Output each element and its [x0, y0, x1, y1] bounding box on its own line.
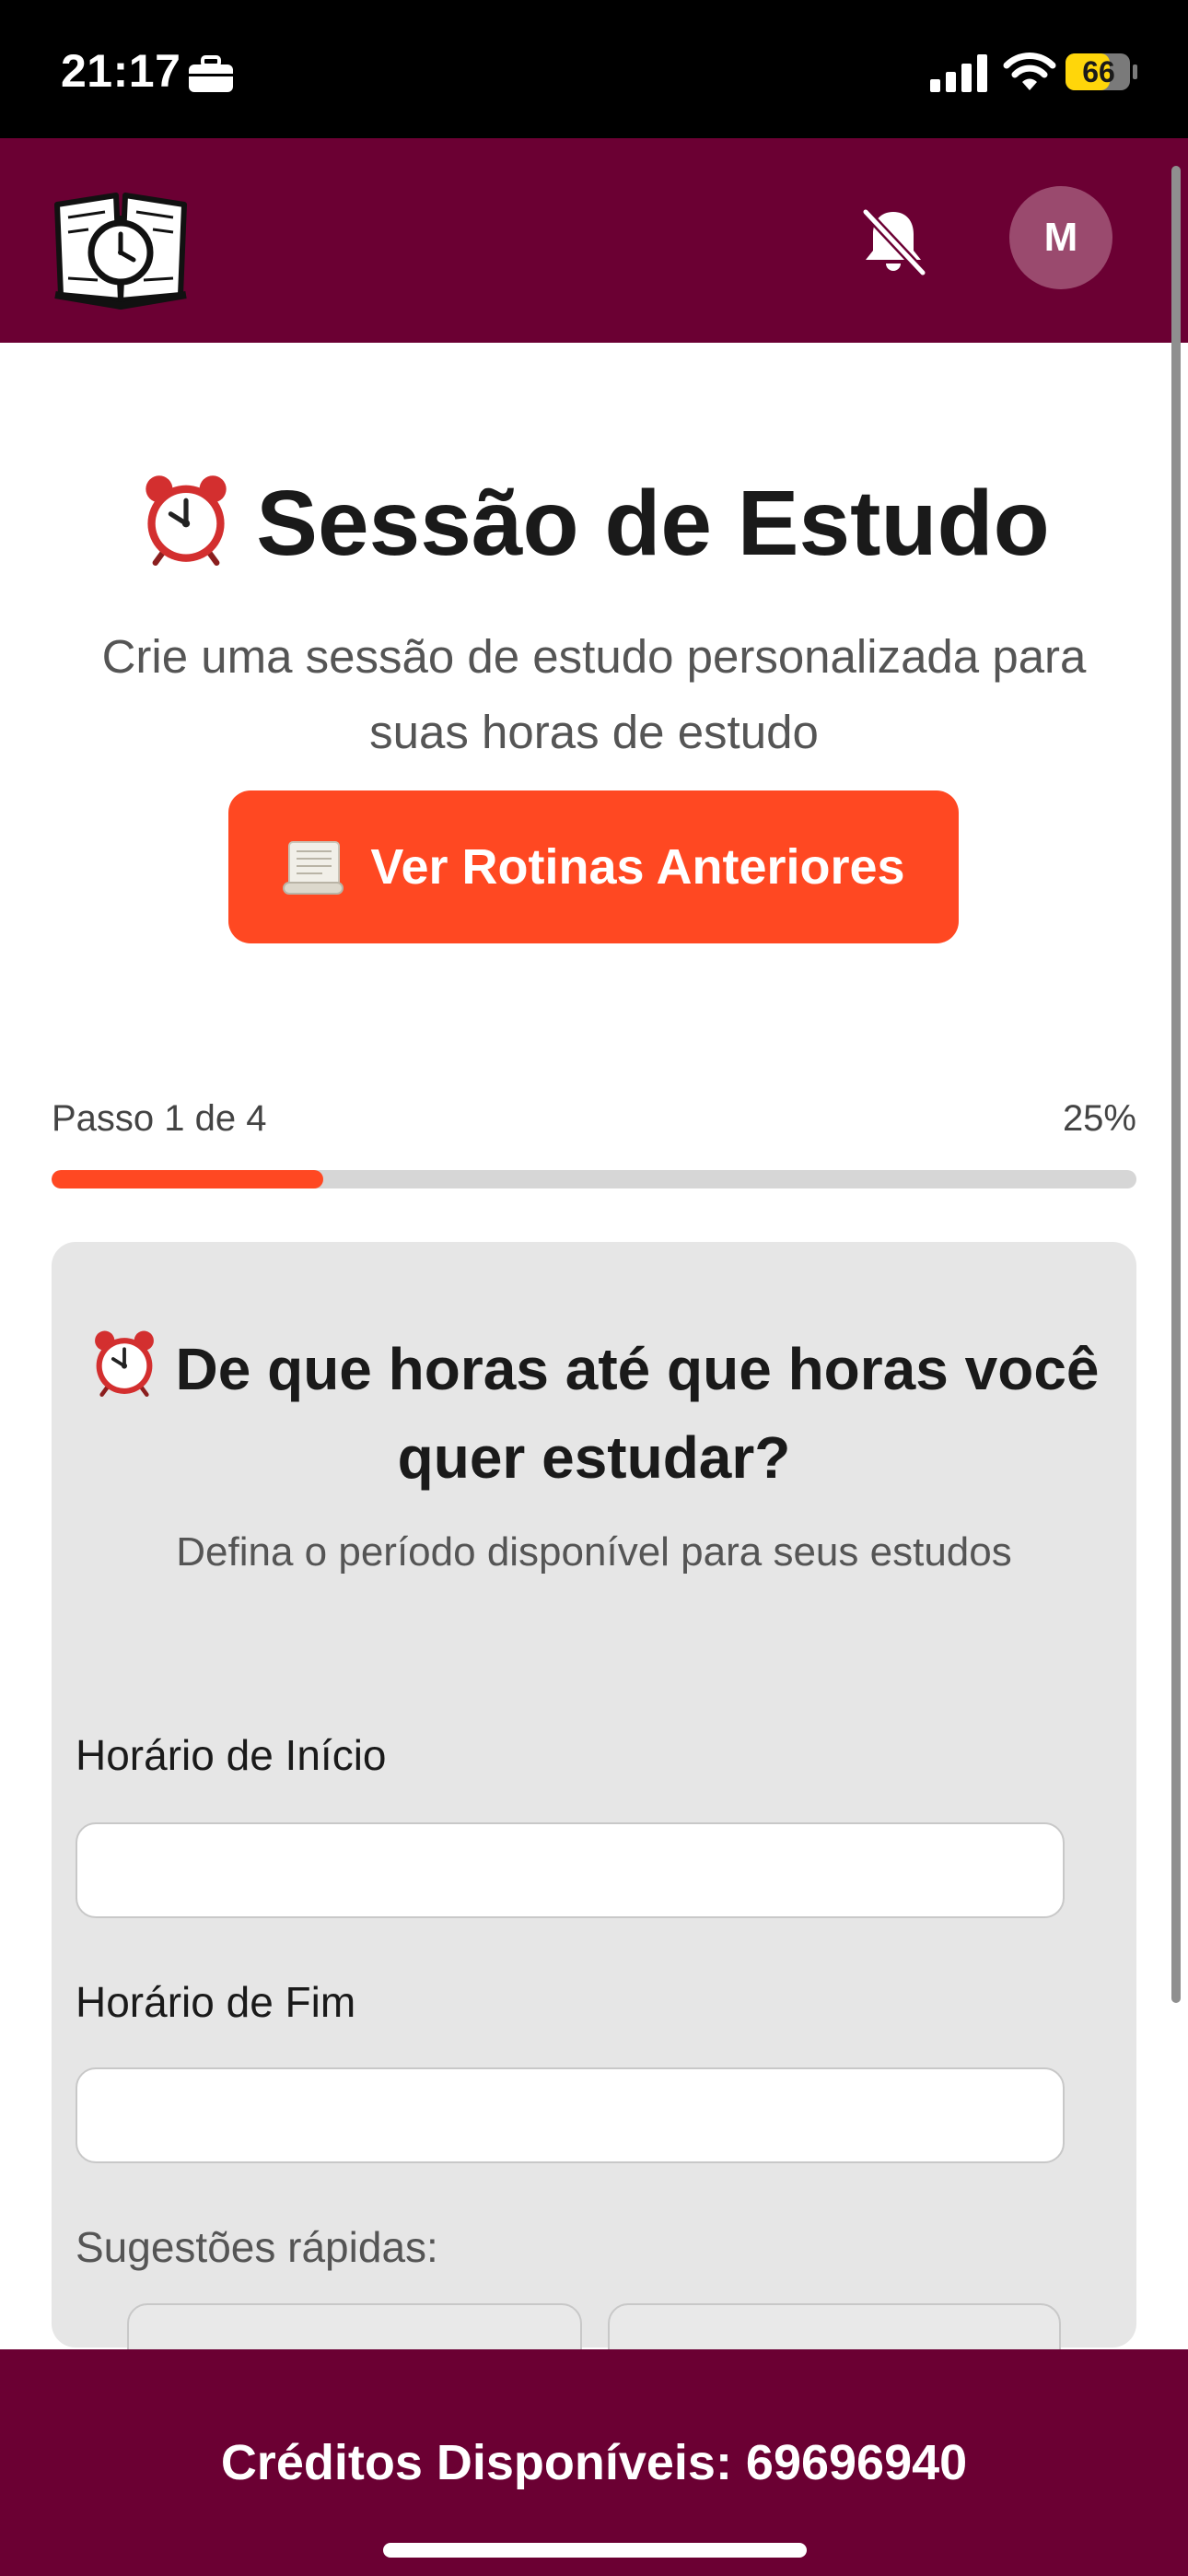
app-screen: 21:17 66 M Sessão de Estudo Crie uma ses…	[0, 0, 1188, 2576]
step-percent: 25%	[1062, 1098, 1136, 1139]
quick-suggestions-label: Sugestões rápidas:	[76, 2223, 438, 2271]
status-time: 21:17	[61, 45, 181, 97]
wifi-icon	[1003, 53, 1056, 90]
book-clock-logo-icon[interactable]	[52, 177, 190, 311]
home-indicator[interactable]	[383, 2543, 807, 2558]
signal-icon	[930, 54, 987, 92]
app-header: M	[0, 138, 1188, 343]
page-title-text: Sessão de Estudo	[256, 472, 1050, 575]
scrollbar-thumb[interactable]	[1171, 166, 1181, 2003]
view-previous-routines-button[interactable]: Ver Rotinas Anteriores	[228, 790, 959, 943]
status-bar: 21:17 66	[0, 0, 1188, 138]
view-previous-routines-label: Ver Rotinas Anteriores	[370, 839, 905, 895]
step-card: De que horas até que horas você quer est…	[52, 1242, 1136, 2348]
end-time-label: Horário de Fim	[76, 1978, 356, 2026]
bell-off-icon[interactable]	[856, 205, 930, 278]
alarm-clock-icon	[94, 1330, 154, 1397]
briefcase-icon	[189, 55, 233, 92]
end-time-input[interactable]	[76, 2067, 1065, 2163]
page-title: Sessão de Estudo	[0, 470, 1188, 577]
alarm-clock-icon	[146, 475, 227, 566]
step-subtitle: Defina o período disponível para seus es…	[176, 1529, 1012, 1575]
scroll-icon	[283, 841, 344, 895]
start-time-label: Horário de Início	[76, 1731, 387, 1779]
credits-footer: Créditos Disponíveis: 69696940	[0, 2349, 1188, 2576]
battery-level: 66	[1082, 55, 1115, 88]
available-credits: Créditos Disponíveis: 69696940	[220, 2435, 968, 2490]
start-time-input[interactable]	[76, 1822, 1065, 1918]
page-subtitle: Crie uma sessão de estudo personalizada …	[101, 630, 1087, 758]
step-title-text: De que horas até que horas você quer est…	[175, 1336, 1100, 1491]
progress-bar-fill	[52, 1170, 323, 1188]
user-avatar[interactable]: M	[1009, 186, 1112, 289]
step-indicator: Passo 1 de 4	[52, 1098, 267, 1139]
progress-bar	[52, 1170, 1136, 1188]
step-title: De que horas até que horas você quer est…	[88, 1325, 1100, 1502]
